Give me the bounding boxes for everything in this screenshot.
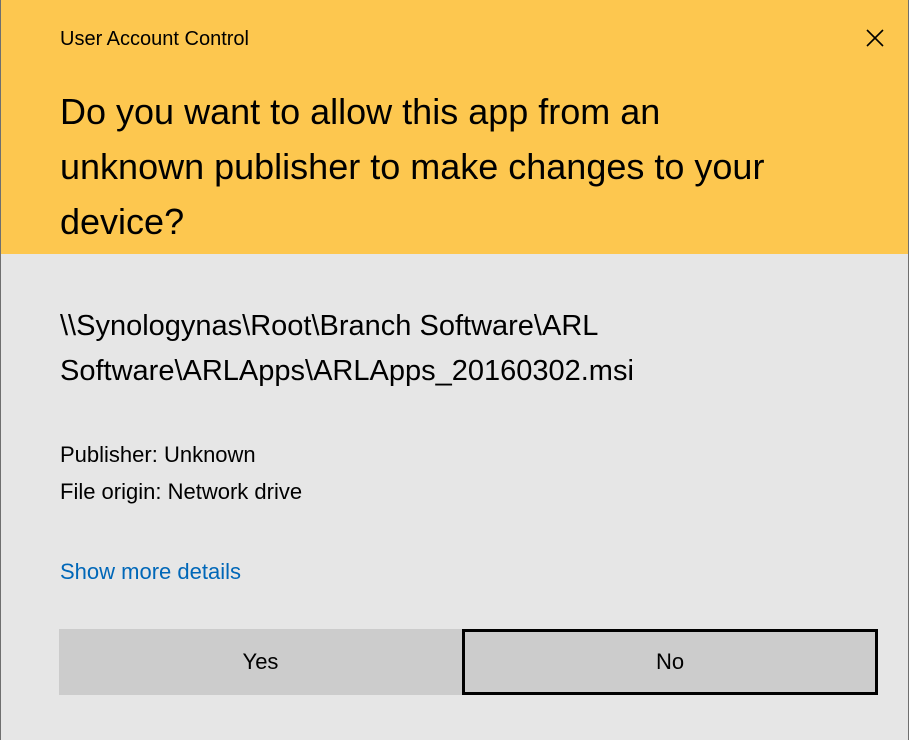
no-button[interactable]: No [462,629,878,695]
program-path-line: Software\ARLApps\ARLApps_20160302.msi [60,355,634,387]
dialog-header: User Account Control Do you want to allo… [1,0,908,254]
file-origin-label: File origin: Network drive [60,479,303,504]
publisher-label: Publisher: Unknown [60,442,256,467]
yes-button[interactable]: Yes [59,629,462,695]
program-info: Publisher: Unknown File origin: Network … [60,436,302,510]
program-path: \\Synologynas\Root\Branch Software\ARL S… [60,304,890,394]
question-line: device? [60,201,185,242]
uac-dialog: User Account Control Do you want to allo… [0,0,909,740]
show-more-details-link[interactable]: Show more details [60,557,241,587]
question-line: Do you want to allow this app from an [60,91,661,132]
window-title: User Account Control [60,28,249,50]
question-line: unknown publisher to make changes to you… [60,146,765,187]
program-path-line: \\Synologynas\Root\Branch Software\ARL [60,310,599,342]
close-button[interactable] [853,18,897,58]
dialog-question: Do you want to allow this app from an un… [60,84,870,249]
close-icon [866,29,884,47]
